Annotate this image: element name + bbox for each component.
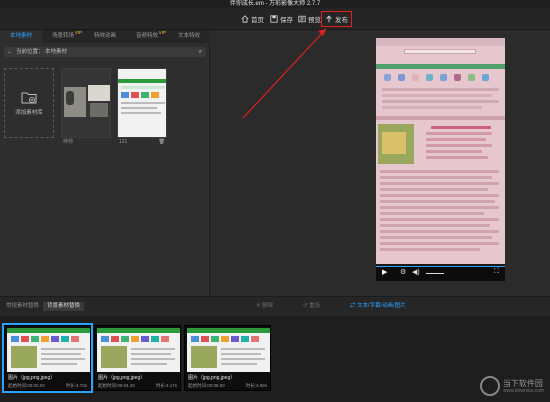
- top-toolbar: 首页 保存 预览 发布: [0, 8, 550, 30]
- settings-icon[interactable]: ⚙: [400, 268, 406, 276]
- material-caption: 121 🗑: [119, 138, 165, 146]
- material-tile[interactable]: 121 🗑: [117, 68, 167, 148]
- tab-audio-effects[interactable]: 音频特效 VIP: [126, 30, 168, 43]
- tab-background-material-replace[interactable]: 背景素材替换: [43, 302, 85, 311]
- preview-area: ▶ ⚙ ◀) ⛶: [211, 30, 550, 296]
- player-controls: ▶ ⚙ ◀) ⛶: [376, 266, 505, 281]
- content-type-selector[interactable]: ⇄ 文本/字幕/动画/图片: [350, 302, 406, 311]
- material-thumbnail: [117, 68, 167, 138]
- publish-button[interactable]: 发布: [321, 11, 352, 27]
- location-label: 当前位置：: [16, 49, 44, 55]
- timeline-clip[interactable]: 图片（jpg,png,jpeg） 起始时间:00:08.00 时长:3.99s: [184, 325, 271, 391]
- clip-title: 图片（jpg,png,jpeg）: [188, 375, 236, 381]
- tab-effects-animation[interactable]: 特效动画: [84, 30, 126, 43]
- clip-start-time: 起始时间:00:04.20: [98, 383, 135, 388]
- volume-slider[interactable]: [426, 273, 444, 274]
- tab-scene-transition[interactable]: 场景转场 VIP: [42, 30, 84, 43]
- home-icon: [241, 15, 249, 23]
- tab-normal-material-replace[interactable]: 常规素材替换: [2, 302, 43, 311]
- progress-bar[interactable]: [376, 266, 505, 267]
- clip-start-time: 起始时间:00:08.00: [188, 383, 225, 388]
- reset-button[interactable]: ↺ 重设: [303, 302, 320, 311]
- folder-add-icon: [21, 92, 37, 104]
- clip-title: 图片（jpg,png,jpeg）: [8, 375, 56, 381]
- clip-duration: 时长:4.17s: [155, 383, 177, 388]
- location-bar: ← 当前位置： 本地素材 ⌕: [4, 47, 206, 57]
- delete-icon[interactable]: 🗑: [159, 138, 165, 146]
- save-label: 保存: [280, 17, 293, 24]
- home-label: 首页: [251, 17, 264, 24]
- add-material-library-label: 添加素材库: [15, 110, 43, 116]
- tab-local-material[interactable]: 本地素材: [0, 30, 42, 43]
- clip-title: 图片（jpg,png,jpeg）: [98, 375, 146, 381]
- material-tabs: 本地素材 场景转场 VIP 特效动画 音频特效 VIP 文本特效: [0, 30, 210, 43]
- preview-button[interactable]: 预览: [295, 12, 324, 26]
- replace-bar: 常规素材替换 背景素材替换 ✕ 删除 ↺ 重设 ⇄ 文本/字幕/动画/图片: [0, 296, 550, 316]
- delete-button[interactable]: ✕ 删除: [256, 302, 273, 311]
- clip-thumbnail: [97, 328, 180, 372]
- fullscreen-icon[interactable]: ⛶: [494, 268, 499, 276]
- clip-duration: 时长:3.99s: [245, 383, 267, 388]
- timeline-clip[interactable]: 图片（jpg,png,jpeg） 起始时间:00:00.00 时长:4.73s: [2, 323, 93, 393]
- preview-icon: [298, 15, 306, 23]
- watermark-name: 当下软件园: [502, 378, 543, 388]
- window-title: 伴你成长.em - 万彩影像大师 2.7.7: [0, 0, 550, 8]
- tab-text-effects[interactable]: 文本特效: [168, 30, 210, 43]
- material-tile[interactable]: 伴你: [61, 68, 111, 148]
- save-button[interactable]: 保存: [267, 12, 296, 26]
- material-panel: 本地素材 场景转场 VIP 特效动画 音频特效 VIP 文本特效 ← 当前位置： 本…: [0, 30, 210, 296]
- timeline: 图片（jpg,png,jpeg） 起始时间:00:00.00 时长:4.73s …: [0, 316, 550, 402]
- vip-badge: VIP: [158, 30, 166, 35]
- vip-badge: VIP: [74, 30, 82, 35]
- play-icon[interactable]: ▶: [382, 268, 387, 276]
- home-button[interactable]: 首页: [238, 12, 267, 26]
- watermark-logo-icon: [479, 376, 500, 396]
- clip-duration: 时长:4.73s: [65, 383, 87, 388]
- watermark-url: www.downxia.com: [502, 387, 544, 394]
- material-thumbnail: [61, 68, 111, 138]
- video-preview[interactable]: ▶ ⚙ ◀) ⛶: [376, 38, 505, 281]
- volume-icon[interactable]: ◀): [412, 268, 420, 276]
- clip-start-time: 起始时间:00:00.00: [8, 383, 45, 388]
- upload-arrow-icon: [326, 15, 332, 23]
- back-arrow-icon[interactable]: ←: [7, 47, 13, 57]
- add-material-library-tile[interactable]: 添加素材库: [4, 68, 54, 148]
- search-icon[interactable]: ⌕: [199, 47, 202, 57]
- clip-thumbnail: [7, 328, 90, 372]
- save-icon: [270, 15, 278, 23]
- timeline-clip[interactable]: 图片（jpg,png,jpeg） 起始时间:00:04.20 时长:4.17s: [94, 325, 181, 391]
- preview-screen: [376, 38, 505, 264]
- location-value: 本地素材: [45, 49, 68, 55]
- publish-label: 发布: [335, 17, 348, 24]
- clip-thumbnail: [187, 328, 270, 372]
- preview-label: 预览: [308, 17, 321, 24]
- watermark: 当下软件园 www.downxia.com: [479, 376, 544, 396]
- material-caption: 伴你: [63, 139, 74, 145]
